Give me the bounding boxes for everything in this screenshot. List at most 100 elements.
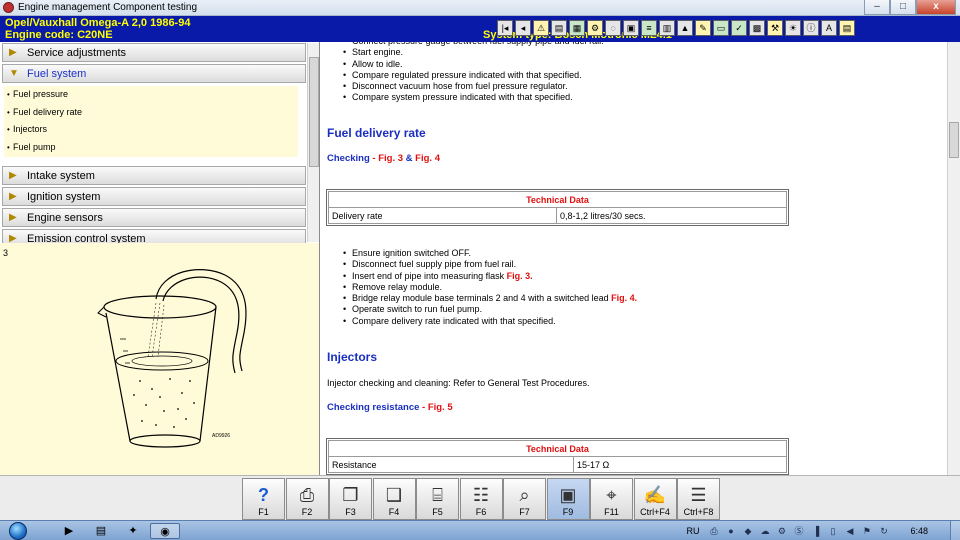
list-item: Bridge relay module base terminals 2 and… — [343, 293, 637, 305]
first-icon[interactable]: |◂ — [497, 20, 513, 36]
step-text: Insert end of pipe into measuring flask — [352, 270, 507, 281]
fkey-f9[interactable]: ▣ F9 — [546, 478, 590, 520]
component-icon: ⌸ — [432, 485, 443, 505]
list-item: Allow to idle. — [343, 59, 604, 71]
section-emission-control[interactable]: ▶ Emission control system — [2, 229, 306, 243]
diagnosis-icon: ⌖ — [606, 485, 617, 505]
diagram-icon[interactable]: ▦ — [569, 20, 585, 36]
table-header: Technical Data — [328, 191, 787, 208]
clock[interactable]: 6:48 — [910, 526, 928, 536]
cloud-icon[interactable]: ☁ — [759, 526, 770, 537]
section-ignition-system[interactable]: ▶ Ignition system — [2, 187, 306, 206]
section-label: Intake system — [27, 170, 95, 182]
checking-resistance-line: Checking resistance - Fig. 5 — [327, 402, 453, 413]
fuel-pressure-steps: Connect pressure gauge between fuel supp… — [343, 42, 604, 104]
scrollbar-thumb[interactable] — [309, 57, 319, 167]
battery-icon[interactable]: ▭ — [713, 20, 729, 36]
checking-label: Checking resistance — [327, 402, 420, 413]
navigation-scrollbar[interactable] — [307, 43, 319, 242]
list-item: Compare delivery rate indicated with tha… — [343, 316, 637, 328]
row-label: Delivery rate — [328, 207, 557, 224]
stop-icon[interactable]: ● — [725, 526, 736, 537]
maximize-button[interactable]: □ — [890, 0, 916, 15]
note-icon[interactable]: ▤ — [839, 20, 855, 36]
sidebar-item-injectors[interactable]: Injectors — [4, 121, 298, 139]
book-icon[interactable]: ▥ — [659, 20, 675, 36]
prev-icon[interactable]: ◂ — [515, 20, 531, 36]
folder-arrow-icon: ▶ — [9, 233, 17, 244]
tools-icon[interactable]: ⚙ — [587, 20, 603, 36]
fkey-f11[interactable]: ⌖ F11 — [590, 478, 633, 520]
section-service-adjustments[interactable]: ▶ Service adjustments — [2, 43, 306, 62]
flag-icon[interactable]: ⚑ — [861, 526, 872, 537]
engine-app-icon[interactable]: ◉ — [150, 523, 180, 539]
component-icon[interactable]: ▩ — [749, 20, 765, 36]
scrollbar-thumb[interactable] — [949, 122, 959, 158]
start-button[interactable] — [3, 521, 35, 540]
info-icon[interactable]: ⓘ — [803, 20, 819, 36]
fkey-ctrl-f4[interactable]: ✍ Ctrl+F4 — [633, 478, 677, 520]
fig-3-link[interactable]: Fig. 3 — [378, 153, 403, 164]
section-engine-sensors[interactable]: ▶ Engine sensors — [2, 208, 306, 227]
fkey-f2[interactable]: ⎙ F2 — [285, 478, 329, 520]
network-icon[interactable]: ▐ — [810, 526, 821, 537]
list-item: Compare system pressure indicated with t… — [343, 92, 604, 104]
section-intake-system[interactable]: ▶ Intake system — [2, 166, 306, 185]
print-icon[interactable]: ⎙ — [708, 526, 719, 537]
fkey-f4[interactable]: ❑ F4 — [372, 478, 416, 520]
close-button[interactable]: x — [916, 0, 956, 15]
fig-5-link[interactable]: Fig. 5 — [428, 402, 453, 413]
fkey-ctrl-f8[interactable]: ☰ Ctrl+F8 — [677, 478, 720, 520]
sidebar-item-fuel-delivery-rate[interactable]: Fuel delivery rate — [4, 104, 298, 122]
section-label: Engine sensors — [27, 212, 103, 224]
section-label: Emission control system — [27, 233, 146, 243]
light-icon[interactable]: ☀ — [785, 20, 801, 36]
media-player-icon[interactable]: ▶ — [54, 523, 84, 539]
page-icon[interactable]: ▤ — [551, 20, 567, 36]
fkey-f7[interactable]: ⌕ F7 — [503, 478, 546, 520]
fkey-f6[interactable]: ☷ F6 — [459, 478, 503, 520]
fig-4-link[interactable]: Fig. 4 — [415, 153, 440, 164]
warning-icon[interactable]: ⚠ — [533, 20, 549, 36]
check-icon[interactable]: ✓ — [731, 20, 747, 36]
text-icon[interactable]: A — [821, 20, 837, 36]
fkey-f1[interactable]: ? F1 — [242, 478, 285, 520]
list-icon[interactable]: ≡ — [641, 20, 657, 36]
engine-code: Engine code: C20NE — [5, 29, 113, 41]
settings-icon[interactable]: ⚙ — [776, 526, 787, 537]
minimize-button[interactable]: – — [864, 0, 890, 15]
step-text: Disconnect fuel supply pipe from fuel ra… — [352, 259, 517, 270]
fkey-f3[interactable]: ❐ F3 — [329, 478, 372, 520]
gauge-icon[interactable]: ◌ — [605, 20, 621, 36]
section-fuel-system[interactable]: ▼ Fuel system — [2, 64, 306, 83]
battery-icon[interactable]: ▯ — [827, 526, 838, 537]
oil-icon[interactable]: ▲ — [677, 20, 693, 36]
sidebar-item-fuel-pressure[interactable]: Fuel pressure — [4, 86, 298, 104]
figure-link[interactable]: Fig. 4. — [611, 293, 637, 303]
content-scrollbar[interactable] — [947, 42, 960, 475]
heading-injectors: Injectors — [327, 350, 378, 364]
list-item: Ensure ignition switched OFF. — [343, 248, 637, 260]
fkey-f5[interactable]: ⌸ F5 — [416, 478, 459, 520]
image-icon[interactable]: ▣ — [623, 20, 639, 36]
wrench-icon[interactable]: ⚒ — [767, 20, 783, 36]
language-indicator[interactable]: RU — [686, 526, 699, 536]
skype-icon[interactable]: Ⓢ — [793, 526, 804, 537]
sync-icon[interactable]: ↻ — [878, 526, 889, 537]
paste-icon: ❑ — [385, 485, 403, 505]
explorer-icon[interactable]: ▤ — [86, 523, 116, 539]
show-desktop-button[interactable] — [950, 521, 960, 540]
figure-number: 3 — [3, 248, 9, 258]
shield-icon[interactable]: ◆ — [742, 526, 753, 537]
step-text: Ensure ignition switched OFF. — [352, 248, 472, 258]
figure-link[interactable]: Fig. 3. — [507, 271, 533, 281]
fkey-label: F2 — [301, 507, 313, 517]
pen-icon[interactable]: ✎ — [695, 20, 711, 36]
folder-arrow-icon: ▶ — [9, 191, 17, 202]
fuel-delivery-steps: Ensure ignition switched OFF.Disconnect … — [343, 248, 637, 327]
fkey-label: F9 — [562, 507, 574, 517]
speaker-icon[interactable]: ◀ — [844, 526, 855, 537]
sidebar-item-fuel-pump[interactable]: Fuel pump — [4, 139, 298, 157]
visual-studio-icon[interactable]: ✦ — [118, 523, 148, 539]
separator: - — [419, 402, 428, 413]
